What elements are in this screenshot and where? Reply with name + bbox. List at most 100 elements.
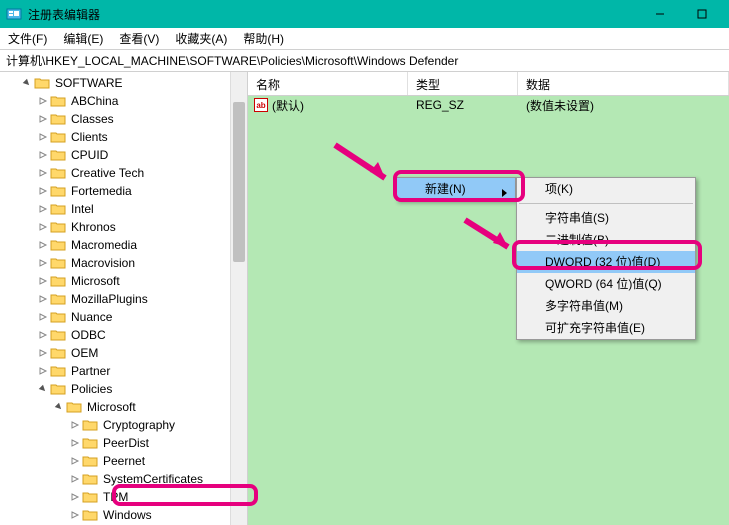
tree-label[interactable]: Cryptography [101, 416, 177, 434]
expand-icon[interactable] [52, 402, 66, 412]
tree-label[interactable]: Microsoft [85, 398, 138, 416]
tree-node[interactable]: OEM [2, 344, 247, 362]
tree-node[interactable]: SystemCertificates [2, 470, 247, 488]
tree-label[interactable]: Intel [69, 200, 96, 218]
menu-fav[interactable]: 收藏夹(A) [171, 28, 231, 49]
folder-icon [50, 274, 66, 288]
tree-node[interactable]: PeerDist [2, 434, 247, 452]
tree-node[interactable]: Policies [2, 380, 247, 398]
tree-label[interactable]: Nuance [69, 308, 114, 326]
expand-icon[interactable] [36, 240, 50, 250]
tree-label[interactable]: Peernet [101, 452, 147, 470]
expand-icon[interactable] [68, 420, 82, 430]
expand-icon[interactable] [36, 168, 50, 178]
tree-node[interactable]: Macrovision [2, 254, 247, 272]
tree-node[interactable]: Peernet [2, 452, 247, 470]
address-bar[interactable]: 计算机\HKEY_LOCAL_MACHINE\SOFTWARE\Policies… [0, 50, 729, 72]
col-data[interactable]: 数据 [518, 72, 729, 95]
menu-help[interactable]: 帮助(H) [239, 28, 288, 49]
expand-icon[interactable] [36, 150, 50, 160]
expand-icon[interactable] [20, 78, 34, 88]
tree-label[interactable]: TPM [101, 488, 130, 506]
tree-label[interactable]: SystemCertificates [101, 470, 205, 488]
menu-view[interactable]: 查看(V) [115, 28, 163, 49]
expand-icon[interactable] [36, 204, 50, 214]
expand-icon[interactable] [36, 384, 50, 394]
tree-node[interactable]: Partner [2, 362, 247, 380]
col-type[interactable]: 类型 [408, 72, 518, 95]
tree-node[interactable]: CPUID [2, 146, 247, 164]
value-row[interactable]: ab(默认) REG_SZ (数值未设置) [248, 96, 729, 114]
tree-label[interactable]: Windows [101, 506, 154, 524]
tree-node[interactable]: Clients [2, 128, 247, 146]
value-type: REG_SZ [408, 98, 518, 112]
tree-node[interactable]: SOFTWARE [2, 74, 247, 92]
tree-label[interactable]: Macromedia [69, 236, 139, 254]
tree-label[interactable]: OEM [69, 344, 100, 362]
tree-node[interactable]: Microsoft [2, 398, 247, 416]
maximize-button[interactable] [681, 0, 723, 28]
tree-label[interactable]: Microsoft [69, 272, 122, 290]
expand-icon[interactable] [36, 312, 50, 322]
expand-icon[interactable] [36, 132, 50, 142]
expand-icon[interactable] [36, 96, 50, 106]
expand-icon[interactable] [68, 510, 82, 520]
tree-node[interactable]: Macromedia [2, 236, 247, 254]
tree-node[interactable]: TPM [2, 488, 247, 506]
tree-label[interactable]: ABChina [69, 92, 120, 110]
tree-node[interactable]: ODBC [2, 326, 247, 344]
col-name[interactable]: 名称 [248, 72, 408, 95]
tree-label[interactable]: Creative Tech [69, 164, 146, 182]
menu-new-expand[interactable]: 可扩充字符串值(E) [517, 317, 695, 339]
expand-icon[interactable] [36, 330, 50, 340]
tree-label[interactable]: MozillaPlugins [69, 290, 150, 308]
tree-label[interactable]: Classes [69, 110, 116, 128]
expand-icon[interactable] [68, 474, 82, 484]
expand-icon[interactable] [68, 456, 82, 466]
menu-new-string[interactable]: 字符串值(S) [517, 207, 695, 229]
tree-node[interactable]: MozillaPlugins [2, 290, 247, 308]
expand-icon[interactable] [36, 366, 50, 376]
expand-icon[interactable] [36, 276, 50, 286]
tree-node[interactable]: Classes [2, 110, 247, 128]
menu-new-qword[interactable]: QWORD (64 位)值(Q) [517, 273, 695, 295]
expand-icon[interactable] [36, 186, 50, 196]
expand-icon[interactable] [36, 348, 50, 358]
menu-new-multi[interactable]: 多字符串值(M) [517, 295, 695, 317]
tree-label[interactable]: Fortemedia [69, 182, 134, 200]
tree-node[interactable]: Nuance [2, 308, 247, 326]
expand-icon[interactable] [68, 438, 82, 448]
tree-scrollbar[interactable] [230, 72, 247, 525]
tree-node[interactable]: Microsoft [2, 272, 247, 290]
tree-node[interactable]: Khronos [2, 218, 247, 236]
tree-label[interactable]: Khronos [69, 218, 118, 236]
menu-new[interactable]: 新建(N) [397, 178, 515, 200]
menu-new-dword[interactable]: DWORD (32 位)值(D) [517, 251, 695, 273]
expand-icon[interactable] [36, 222, 50, 232]
minimize-button[interactable] [639, 0, 681, 28]
tree-node[interactable]: Creative Tech [2, 164, 247, 182]
tree-label[interactable]: ODBC [69, 326, 108, 344]
values-pane[interactable]: 名称 类型 数据 ab(默认) REG_SZ (数值未设置) 新建(N) 项(K… [248, 72, 729, 525]
tree-label[interactable]: PeerDist [101, 434, 151, 452]
expand-icon[interactable] [36, 258, 50, 268]
tree-label[interactable]: Macrovision [69, 254, 137, 272]
column-headers[interactable]: 名称 类型 数据 [248, 72, 729, 96]
tree-label[interactable]: SOFTWARE [53, 74, 125, 92]
tree-node[interactable]: Fortemedia [2, 182, 247, 200]
expand-icon[interactable] [36, 114, 50, 124]
tree-label[interactable]: Policies [69, 380, 114, 398]
tree-label[interactable]: CPUID [69, 146, 110, 164]
tree-label[interactable]: Clients [69, 128, 110, 146]
tree-label[interactable]: Partner [69, 362, 112, 380]
expand-icon[interactable] [36, 294, 50, 304]
tree-node[interactable]: Intel [2, 200, 247, 218]
tree-node[interactable]: Windows [2, 506, 247, 524]
menu-new-binary[interactable]: 二进制值(B) [517, 229, 695, 251]
menu-file[interactable]: 文件(F) [4, 28, 51, 49]
tree-node[interactable]: ABChina [2, 92, 247, 110]
expand-icon[interactable] [68, 492, 82, 502]
menu-new-key[interactable]: 项(K) [517, 178, 695, 200]
tree-node[interactable]: Cryptography [2, 416, 247, 434]
menu-edit[interactable]: 编辑(E) [59, 28, 107, 49]
